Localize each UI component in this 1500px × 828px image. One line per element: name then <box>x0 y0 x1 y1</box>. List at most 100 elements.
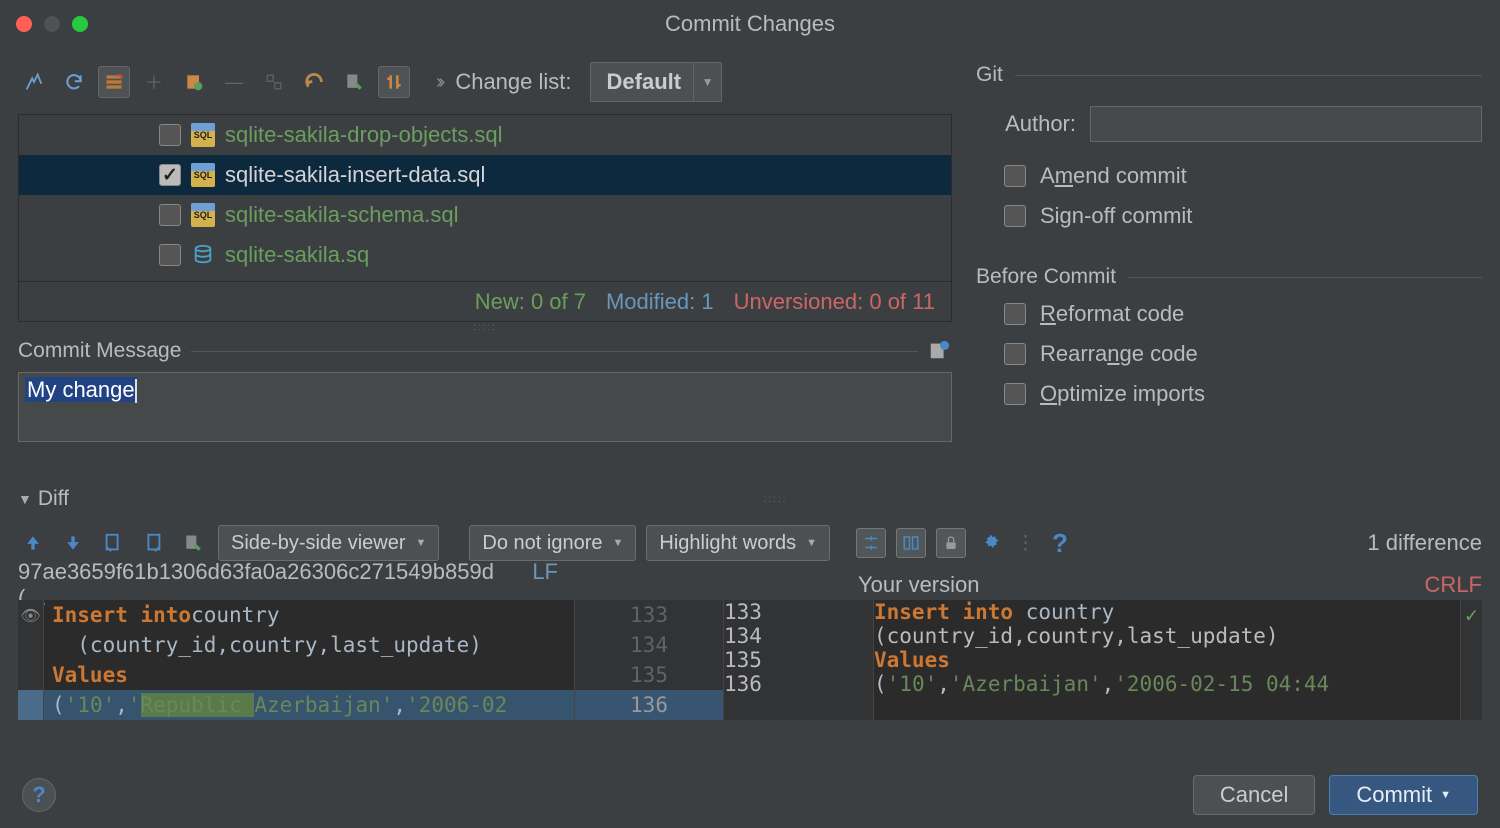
file-name: sqlite-sakila-insert-data.sql <box>225 162 485 188</box>
commit-message-label: Commit Message <box>18 339 181 363</box>
viewer-mode-select[interactable]: Side-by-side viewer▼ <box>218 525 439 561</box>
expand-all-icon[interactable]: ＋ <box>138 66 170 98</box>
rearrange-option[interactable]: Rearrange code <box>976 334 1482 374</box>
zoom-window-button[interactable] <box>72 16 88 32</box>
file-checkbox[interactable]: ✓ <box>159 164 181 186</box>
before-commit-section-label: Before Commit <box>976 265 1116 289</box>
commit-message-input[interactable]: My change <box>18 372 952 442</box>
diff-label: Diff <box>38 487 69 511</box>
collapse-icon[interactable]: — <box>218 66 250 98</box>
dialog-buttons: ? Cancel Commit▼ <box>0 762 1500 828</box>
right-gutter: ✓ <box>1460 600 1482 720</box>
collapse-triangle-icon: ▼ <box>18 491 32 507</box>
resize-grip[interactable]: ::::: <box>18 322 952 332</box>
file-name: sqlite-sakila-drop-objects.sql <box>225 122 503 148</box>
file-checkbox[interactable] <box>159 204 181 226</box>
signoff-commit-option[interactable]: Sign-off commit <box>976 196 1482 236</box>
chevron-down-icon: ▼ <box>693 63 721 101</box>
accept-right-icon[interactable] <box>138 528 168 558</box>
help-button[interactable]: ? <box>22 778 56 812</box>
author-label: Author: <box>976 111 1076 137</box>
sql-file-icon: SQL <box>191 123 215 147</box>
file-checkbox[interactable] <box>159 244 181 266</box>
resize-grip[interactable]: ::::: <box>764 494 788 505</box>
file-row[interactable]: sqlite-sakila.sq <box>19 235 951 275</box>
sync-scroll-icon[interactable] <box>896 528 926 558</box>
summary-unversioned: Unversioned: 0 of 11 <box>734 289 935 315</box>
sql-file-icon: SQL <box>191 163 215 187</box>
window-controls <box>16 16 88 32</box>
file-row[interactable]: SQL sqlite-sakila-drop-objects.sql <box>19 115 951 155</box>
close-window-button[interactable] <box>16 16 32 32</box>
reformat-label: Reformat code <box>1040 301 1184 327</box>
rearrange-checkbox[interactable] <box>1004 343 1026 365</box>
summary-new: New: 0 of 7 <box>475 289 586 315</box>
toggle-checkboxes-icon[interactable] <box>258 66 290 98</box>
show-diff-icon[interactable] <box>18 66 50 98</box>
cancel-button[interactable]: Cancel <box>1193 775 1315 815</box>
database-file-icon <box>191 243 215 267</box>
help-icon[interactable]: ? <box>1045 528 1075 559</box>
diff-count: 1 difference <box>1367 530 1482 556</box>
prev-diff-icon[interactable] <box>18 528 48 558</box>
refresh-icon[interactable] <box>58 66 90 98</box>
file-name: sqlite-sakila-schema.sql <box>225 202 459 228</box>
highlight-select[interactable]: Highlight words▼ <box>646 525 830 561</box>
minimize-window-button[interactable] <box>44 16 60 32</box>
reformat-option[interactable]: Reformat code <box>976 294 1482 334</box>
sql-file-icon: SQL <box>191 203 215 227</box>
changelist-value: Default <box>607 69 682 95</box>
left-gutter: 👁 <box>18 600 44 720</box>
summary-modified: Modified: 1 <box>606 289 714 315</box>
commit-button[interactable]: Commit▼ <box>1329 775 1478 815</box>
changes-summary: New: 0 of 7 Modified: 1 Unversioned: 0 o… <box>18 282 952 322</box>
signoff-checkbox[interactable] <box>1004 205 1026 227</box>
file-name: sqlite-sakila.sq <box>225 242 369 268</box>
message-history-icon[interactable] <box>928 339 952 363</box>
right-diff-pane[interactable]: Insert into country (country_id,country,… <box>874 600 1460 720</box>
edit-source-icon[interactable] <box>338 66 370 98</box>
amend-checkbox[interactable] <box>1004 165 1026 187</box>
changelist-icon[interactable] <box>178 66 210 98</box>
file-row[interactable]: ✓ SQL sqlite-sakila-insert-data.sql <box>19 155 951 195</box>
file-row[interactable]: SQL sqlite-sakila-schema.sql <box>19 195 951 235</box>
edit-icon[interactable] <box>178 528 208 558</box>
ignore-select[interactable]: Do not ignore▼ <box>469 525 636 561</box>
next-diff-icon[interactable] <box>58 528 88 558</box>
changes-toolbar: ＋ — ›› Change list: Default ▼ <box>18 58 952 106</box>
lock-icon[interactable] <box>936 528 966 558</box>
collapse-unchanged-icon[interactable] <box>856 528 886 558</box>
commit-message-header: Commit Message <box>18 336 952 366</box>
left-diff-pane[interactable]: Insert into country (country_id,country,… <box>44 600 574 720</box>
group-by-directory-icon[interactable] <box>98 66 130 98</box>
diff-pane-labels: 97ae3659f61b1306d63fa0a26306c271549b859d… <box>0 570 1500 600</box>
settings-gear-icon[interactable] <box>976 528 1006 558</box>
chevrons-icon: ›› <box>436 71 441 94</box>
right-line-numbers: 133 134 135 136 <box>724 600 874 720</box>
rollback-icon[interactable] <box>298 66 330 98</box>
reformat-checkbox[interactable] <box>1004 303 1026 325</box>
amend-label: Amend commit <box>1040 163 1187 189</box>
right-revision-label: Your version <box>858 572 979 598</box>
titlebar: Commit Changes <box>0 0 1500 48</box>
inspections-eye-icon[interactable]: 👁 <box>18 600 43 630</box>
commit-message-text: My change <box>25 377 137 402</box>
file-checkbox[interactable] <box>159 124 181 146</box>
rearrange-label: Rearrange code <box>1040 341 1198 367</box>
preview-diff-icon[interactable] <box>378 66 410 98</box>
author-input[interactable] <box>1090 106 1482 142</box>
changes-file-list: SQL sqlite-sakila-drop-objects.sql ✓ SQL… <box>18 114 952 282</box>
diff-section-header[interactable]: ▼ Diff ::::: <box>0 482 1500 516</box>
amend-commit-option[interactable]: Amend commit <box>976 156 1482 196</box>
git-section-label: Git <box>976 63 1003 87</box>
left-line-numbers: 133 134 135 136 <box>574 600 724 720</box>
optimize-option[interactable]: Optimize imports <box>976 374 1482 414</box>
changelist-select[interactable]: Default ▼ <box>590 62 723 102</box>
right-encoding: CRLF <box>1425 572 1482 598</box>
optimize-label: Optimize imports <box>1040 381 1205 407</box>
checkmark-icon[interactable]: ✓ <box>1461 600 1482 630</box>
window-title: Commit Changes <box>665 11 835 37</box>
optimize-checkbox[interactable] <box>1004 383 1026 405</box>
accept-left-icon[interactable] <box>98 528 128 558</box>
changelist-label: Change list: <box>455 69 571 95</box>
